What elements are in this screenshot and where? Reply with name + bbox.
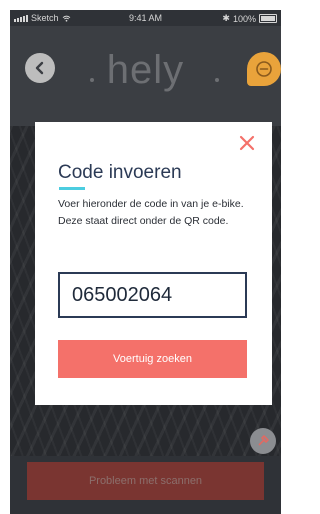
battery-percent: 100%	[232, 13, 256, 24]
status-right: ✱ 100%	[222, 13, 277, 24]
code-entry-modal: Code invoeren Voer hieronder de code in …	[35, 122, 272, 405]
bottom-strip	[10, 506, 281, 514]
help-icon	[256, 61, 272, 77]
battery-icon	[259, 14, 277, 23]
app-header: hely	[10, 26, 281, 126]
modal-title: Code invoeren	[58, 162, 182, 183]
logo-dot-left	[90, 78, 94, 82]
help-button[interactable]	[247, 52, 281, 86]
title-underline	[59, 187, 85, 190]
code-input[interactable]	[58, 272, 247, 318]
search-vehicle-button[interactable]: Voertuig zoeken	[58, 340, 247, 378]
logo-dot-right	[215, 78, 219, 82]
close-button[interactable]	[236, 132, 258, 154]
modal-description: Voer hieronder de code in van je e-bike.…	[58, 198, 244, 227]
status-bar: Sketch 9:41 AM ✱ 100%	[10, 10, 281, 26]
app-logo: hely	[106, 48, 185, 92]
bluetooth-icon: ✱	[222, 13, 230, 23]
problem-scanning-button[interactable]: Probleem met scannen	[27, 462, 264, 500]
close-icon	[239, 135, 255, 151]
flashlight-button[interactable]	[250, 428, 276, 454]
flashlight-icon	[258, 435, 269, 446]
